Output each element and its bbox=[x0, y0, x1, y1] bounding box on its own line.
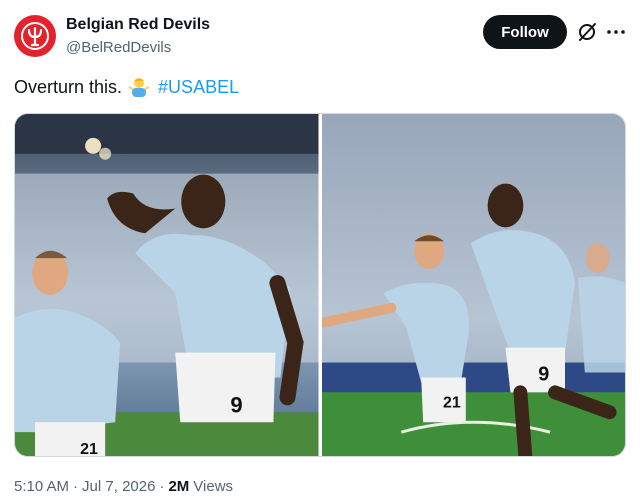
svg-text:9: 9 bbox=[230, 392, 242, 417]
tweet-metadata: 5:10 AM · Jul 7, 2026 · 2M Views bbox=[14, 478, 233, 495]
tweet-body: Overturn this. bbox=[14, 76, 123, 97]
meta-separator: · bbox=[73, 478, 79, 495]
photo-right[interactable]: 9 21 bbox=[321, 114, 625, 456]
player-celebrating-photo-icon: 9 21 bbox=[15, 114, 319, 456]
tweet-date[interactable]: Jul 7, 2026 bbox=[82, 478, 155, 495]
person-shrugging-emoji-icon bbox=[128, 76, 150, 98]
svg-text:21: 21 bbox=[80, 441, 98, 456]
views-label: Views bbox=[193, 478, 234, 495]
hashtag-link[interactable]: #USABEL bbox=[158, 77, 239, 98]
account-name[interactable]: Belgian Red Devils bbox=[66, 16, 210, 34]
grok-icon[interactable] bbox=[575, 20, 599, 44]
more-options-icon[interactable] bbox=[605, 22, 627, 42]
account-handle[interactable]: @BelRedDevils bbox=[66, 39, 171, 56]
svg-text:21: 21 bbox=[443, 394, 461, 411]
tweet-text: Overturn this. #USABEL bbox=[14, 76, 239, 98]
views-count: 2M bbox=[168, 478, 190, 495]
players-running-celebration-photo-icon: 9 21 bbox=[321, 114, 625, 456]
photo-left[interactable]: 9 21 bbox=[15, 114, 319, 456]
avatar[interactable] bbox=[14, 15, 56, 57]
media-grid: 9 21 9 21 bbox=[14, 113, 626, 457]
tweet-time[interactable]: 5:10 AM bbox=[14, 478, 69, 495]
svg-text:9: 9 bbox=[538, 363, 549, 385]
follow-button[interactable]: Follow bbox=[483, 15, 567, 49]
meta-separator: · bbox=[159, 478, 165, 495]
red-devil-trident-icon bbox=[21, 22, 49, 50]
